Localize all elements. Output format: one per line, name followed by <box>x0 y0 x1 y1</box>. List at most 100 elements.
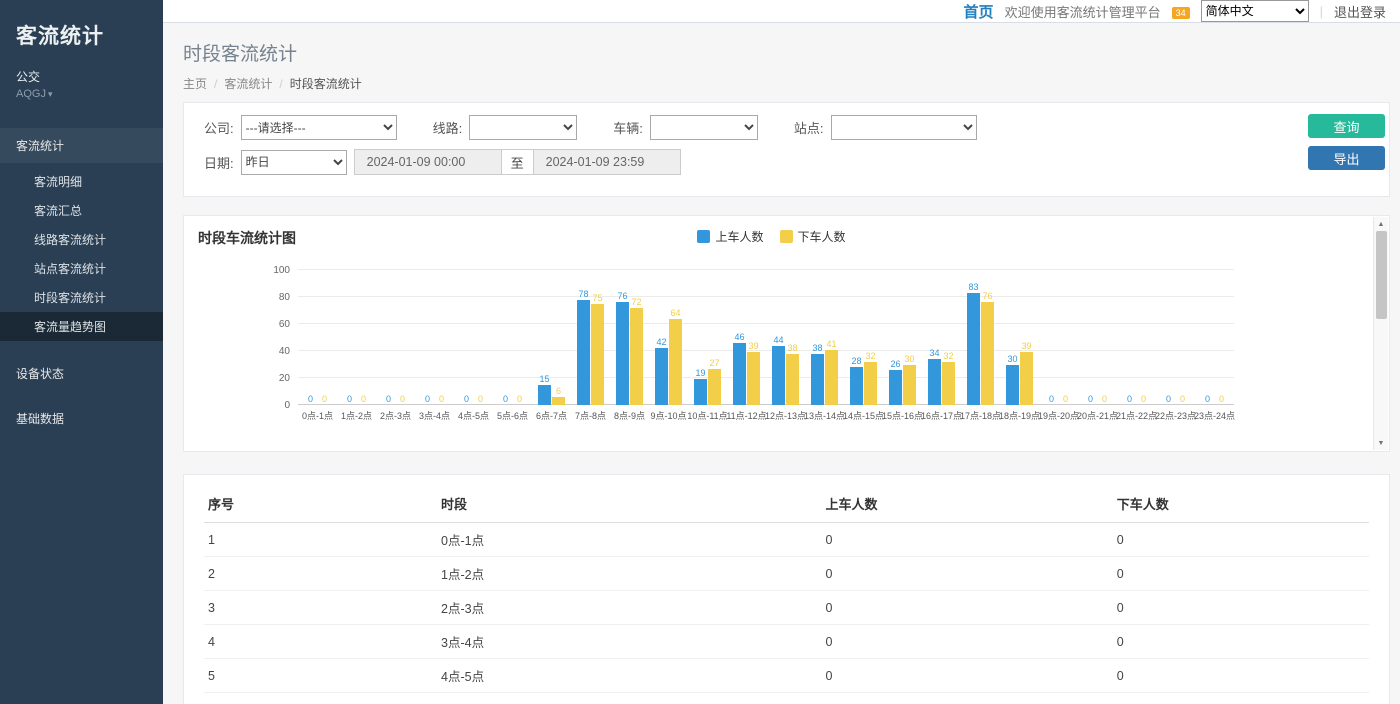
legend-label: 上车人数 <box>715 228 763 245</box>
company-label: 公司: <box>204 118 234 137</box>
bar-column: 83 <box>967 282 980 405</box>
table-cell: 0 <box>821 625 1112 659</box>
bar-column: 76 <box>616 291 629 405</box>
bar-value-label: 0 <box>1180 394 1185 404</box>
table-row: 43点-4点00 <box>204 625 1369 659</box>
station-select[interactable] <box>831 115 977 140</box>
bar-group: 000点-1点 <box>298 270 337 405</box>
bar-group: 76728点-9点 <box>610 270 649 405</box>
bar-column: 0 <box>382 394 395 405</box>
x-axis-label: 21点-22点 <box>1116 409 1157 422</box>
bar <box>630 308 643 405</box>
sidebar-item[interactable]: 客流汇总 <box>0 196 163 225</box>
bar-column: 15 <box>538 374 551 405</box>
x-axis-label: 0点-1点 <box>302 409 333 422</box>
table-cell: 0 <box>1113 591 1369 625</box>
date-preset-select[interactable]: 昨日 <box>241 150 347 175</box>
line-select[interactable] <box>469 115 577 140</box>
table-header-cell: 时段 <box>437 485 821 523</box>
chart-plot: 020406080100000点-1点001点-2点002点-3点003点-4点… <box>298 270 1234 405</box>
scrollbar-thumb[interactable] <box>1376 231 1387 319</box>
scroll-down-icon[interactable]: ▼ <box>1374 436 1389 450</box>
sidebar-group-passenger-stats[interactable]: 客流统计 <box>0 128 163 163</box>
bar-column: 0 <box>1123 394 1136 405</box>
bar-column: 0 <box>1084 394 1097 405</box>
sidebar-item[interactable]: 客流明细 <box>0 167 163 196</box>
chart-body: 020406080100000点-1点001点-2点002点-3点003点-4点… <box>198 270 1359 405</box>
bar <box>889 370 902 405</box>
notification-badge[interactable]: 34 <box>1172 7 1190 19</box>
line-filter: 线路: <box>433 115 578 140</box>
breadcrumb-separator: / <box>279 77 282 91</box>
bar <box>1006 365 1019 406</box>
company-select[interactable]: ---请选择--- <box>241 115 397 140</box>
table-cell: 2点-3点 <box>437 591 821 625</box>
x-axis-label: 1点-2点 <box>341 409 372 422</box>
bar-value-label: 0 <box>347 394 352 404</box>
table-cell: 0 <box>1113 625 1369 659</box>
sidebar-item[interactable]: 站点客流统计 <box>0 254 163 283</box>
bar-value-label: 0 <box>386 394 391 404</box>
bar <box>655 348 668 405</box>
export-button[interactable]: 导出 <box>1308 146 1385 170</box>
bar-value-label: 32 <box>943 351 953 361</box>
bar-value-label: 0 <box>400 394 405 404</box>
date-start-input[interactable] <box>354 149 502 175</box>
bar-value-label: 0 <box>439 394 444 404</box>
table-cell: 1 <box>204 523 437 557</box>
table-row: 32点-3点00 <box>204 591 1369 625</box>
x-axis-label: 2点-3点 <box>380 409 411 422</box>
bar-column: 0 <box>396 394 409 405</box>
vehicle-select[interactable] <box>650 115 758 140</box>
sidebar-item[interactable]: 时段客流统计 <box>0 283 163 312</box>
topbar-divider: | <box>1320 4 1323 19</box>
sidebar-item[interactable]: 客流量趋势图 <box>0 312 163 341</box>
table-row: 54点-5点00 <box>204 659 1369 693</box>
date-end-input[interactable] <box>533 149 681 175</box>
bar-column: 0 <box>304 394 317 405</box>
x-axis-label: 22点-23点 <box>1155 409 1196 422</box>
scroll-up-icon[interactable]: ▲ <box>1374 217 1389 231</box>
welcome-text: 欢迎使用客流统计管理平台 <box>1005 2 1161 21</box>
bar-value-label: 30 <box>904 354 914 364</box>
sidebar-section[interactable]: 基础数据 <box>0 400 163 437</box>
legend-item[interactable]: 下车人数 <box>780 228 846 245</box>
table-panel: 序号时段上车人数下车人数 10点-1点0021点-2点0032点-3点0043点… <box>183 474 1390 704</box>
bar <box>591 304 604 405</box>
bar-column: 72 <box>630 297 643 405</box>
bar-column: 34 <box>928 348 941 405</box>
sidebar-item[interactable]: 线路客流统计 <box>0 225 163 254</box>
query-button[interactable]: 查询 <box>1308 114 1385 138</box>
bar-value-label: 0 <box>308 394 313 404</box>
legend-label: 下车人数 <box>798 228 846 245</box>
bar-value-label: 0 <box>1063 394 1068 404</box>
language-select[interactable]: 简体中文 <box>1201 0 1309 22</box>
home-link[interactable]: 首页 <box>964 1 994 22</box>
bar-value-label: 41 <box>826 339 836 349</box>
org-code-dropdown[interactable]: AQGJ▾ <box>0 85 163 112</box>
bar <box>708 369 721 405</box>
table-cell: 0 <box>821 523 1112 557</box>
sidebar-section[interactable]: 设备状态 <box>0 355 163 392</box>
table-cell: 5点-6点 <box>437 693 821 704</box>
page-content: 公司: ---请选择--- 线路: 车辆: 站点: <box>163 102 1400 704</box>
bar-column: 0 <box>435 394 448 405</box>
scrollbar-track[interactable] <box>1374 231 1388 436</box>
table-cell: 5 <box>204 659 437 693</box>
data-table: 序号时段上车人数下车人数 10点-1点0021点-2点0032点-3点0043点… <box>204 485 1369 704</box>
bar <box>811 354 824 405</box>
legend-item[interactable]: 上车人数 <box>697 228 763 245</box>
chart-scrollbar[interactable]: ▲ ▼ <box>1373 217 1388 450</box>
y-axis-label: 40 <box>260 346 290 357</box>
bar-column: 6 <box>552 386 565 405</box>
bar-column: 0 <box>1137 394 1150 405</box>
breadcrumb-passenger-stats[interactable]: 客流统计 <box>224 75 272 92</box>
bar-column: 26 <box>889 359 902 405</box>
bar-value-label: 32 <box>865 351 875 361</box>
logout-link[interactable]: 退出登录 <box>1334 2 1386 21</box>
bar-column: 0 <box>1201 394 1214 405</box>
bar-column: 0 <box>318 394 331 405</box>
y-axis-label: 60 <box>260 319 290 330</box>
breadcrumb-home[interactable]: 主页 <box>183 75 207 92</box>
table-cell: 0 <box>821 591 1112 625</box>
